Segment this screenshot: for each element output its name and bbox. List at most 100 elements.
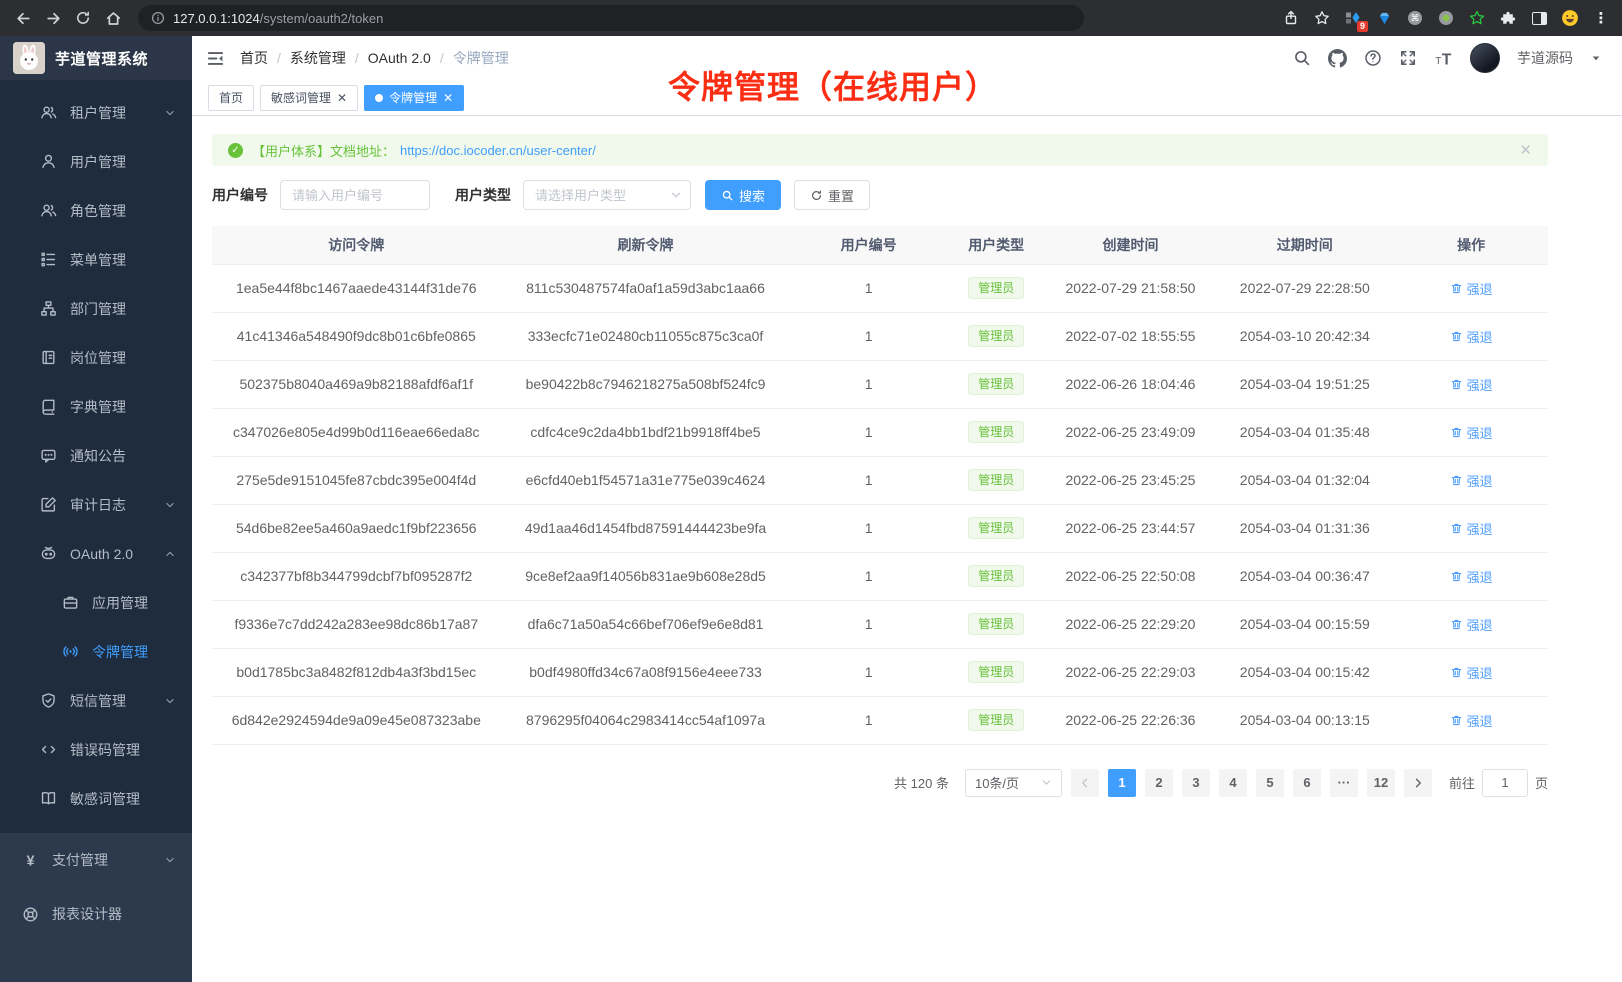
user-id-input[interactable]	[280, 180, 430, 210]
bookmark-star-icon[interactable]	[1313, 9, 1331, 27]
browser-reload-icon[interactable]	[72, 7, 94, 29]
fullscreen-icon[interactable]	[1399, 49, 1417, 67]
gem-extension-icon[interactable]	[1375, 9, 1393, 27]
user-type-badge: 管理员	[968, 565, 1024, 587]
breadcrumb-separator: /	[440, 50, 444, 66]
sidebar-item-label: 通知公告	[70, 446, 126, 466]
chevron-down-icon	[1041, 777, 1052, 788]
page-button-1[interactable]: 1	[1108, 769, 1136, 797]
force-logout-link[interactable]: 强退	[1450, 567, 1493, 586]
code-icon	[40, 741, 57, 758]
breadcrumb-item-oauth-2.0[interactable]: OAuth 2.0	[368, 50, 431, 66]
column-header-用户类型: 用户类型	[947, 226, 1046, 264]
force-logout-link[interactable]: 强退	[1450, 327, 1493, 346]
action-cell: 强退	[1394, 504, 1548, 552]
user-type-select[interactable]	[523, 180, 691, 210]
search-icon[interactable]	[1293, 49, 1311, 67]
force-logout-link[interactable]: 强退	[1450, 519, 1493, 538]
active-tab-dot	[375, 94, 383, 102]
tab-close-icon[interactable]: ✕	[337, 92, 347, 104]
app-logo[interactable]: 芋道管理系统	[0, 36, 192, 80]
sidebar-item-短信管理[interactable]: 短信管理	[0, 676, 192, 725]
sidebar-item-字典管理[interactable]: 字典管理	[0, 382, 192, 431]
page-button-12[interactable]: 12	[1367, 769, 1395, 797]
force-logout-link[interactable]: 强退	[1450, 711, 1493, 730]
extensions-puzzle-icon[interactable]	[1499, 9, 1517, 27]
alert-close-icon[interactable]: ✕	[1519, 141, 1532, 159]
force-logout-link[interactable]: 强退	[1450, 471, 1493, 490]
sidebar-item-敏感词管理[interactable]: 敏感词管理	[0, 774, 192, 823]
search-button[interactable]: 搜索	[705, 180, 781, 210]
sidebar-item-部门管理[interactable]: 部门管理	[0, 284, 192, 333]
more-pages-button[interactable]: ···	[1330, 769, 1358, 797]
record-extension-icon[interactable]	[1437, 9, 1455, 27]
tab-close-icon[interactable]: ✕	[443, 92, 453, 104]
sidebar-item-oauth-2.0[interactable]: OAuth 2.0	[0, 529, 192, 578]
browser-forward-icon[interactable]	[42, 7, 64, 29]
user-type-cell: 管理员	[947, 648, 1046, 696]
sidebar-item-租户管理[interactable]: 租户管理	[0, 88, 192, 137]
trash-icon	[1450, 522, 1463, 535]
created-time-cell: 2022-06-25 23:44:57	[1046, 504, 1216, 552]
sidebar-item-岗位管理[interactable]: 岗位管理	[0, 333, 192, 382]
sidebar-item-菜单管理[interactable]: 菜单管理	[0, 235, 192, 284]
font-size-icon[interactable]: TT	[1434, 49, 1453, 68]
breadcrumb-item-系统管理[interactable]: 系统管理	[290, 48, 346, 68]
sidebar-item-报表设计器[interactable]: 报表设计器	[0, 887, 192, 941]
site-info-icon[interactable]	[151, 11, 165, 25]
action-cell: 强退	[1394, 360, 1548, 408]
collapse-sidebar-icon[interactable]	[206, 49, 225, 68]
refresh-token-cell: 333ecfc71e02480cb11055c875c3ca0f	[501, 312, 791, 360]
browser-menu-icon[interactable]: ⋮	[1592, 9, 1610, 27]
devtools-extension-icon[interactable]: 9	[1344, 9, 1362, 27]
sidebar-item-用户管理[interactable]: 用户管理	[0, 137, 192, 186]
sidebar-item-角色管理[interactable]: 角色管理	[0, 186, 192, 235]
chevron-down-icon	[164, 854, 176, 866]
sidebar-item-通知公告[interactable]: 通知公告	[0, 431, 192, 480]
page-button-2[interactable]: 2	[1145, 769, 1173, 797]
command-extension-icon[interactable]: ⌘	[1406, 9, 1424, 27]
created-time-cell: 2022-06-25 23:49:09	[1046, 408, 1216, 456]
goto-page-input[interactable]	[1482, 769, 1528, 797]
force-logout-link[interactable]: 强退	[1450, 279, 1493, 298]
profile-avatar-icon[interactable]	[1561, 9, 1579, 27]
breadcrumb-item-首页[interactable]: 首页	[240, 48, 268, 68]
force-logout-link[interactable]: 强退	[1450, 663, 1493, 682]
sidebar-item-审计日志[interactable]: 审计日志	[0, 480, 192, 529]
sidebar-item-label: 菜单管理	[70, 250, 126, 270]
force-logout-link[interactable]: 强退	[1450, 615, 1493, 634]
help-icon[interactable]	[1364, 49, 1382, 67]
side-panel-icon[interactable]	[1530, 9, 1548, 27]
address-bar[interactable]: 127.0.0.1:1024/system/oauth2/token	[138, 5, 1084, 31]
column-header-访问令牌: 访问令牌	[212, 226, 501, 264]
force-logout-link[interactable]: 强退	[1450, 375, 1493, 394]
star-extension-icon[interactable]	[1468, 9, 1486, 27]
expire-time-cell: 2054-03-04 00:15:42	[1215, 648, 1394, 696]
sidebar-item-支付管理[interactable]: ¥支付管理	[0, 833, 192, 887]
page-button-6[interactable]: 6	[1293, 769, 1321, 797]
user-avatar[interactable]	[1470, 43, 1500, 73]
page-button-4[interactable]: 4	[1219, 769, 1247, 797]
username[interactable]: 芋道源码	[1517, 48, 1573, 68]
github-icon[interactable]	[1328, 49, 1347, 68]
prev-page-button[interactable]	[1071, 769, 1099, 797]
force-logout-link[interactable]: 强退	[1450, 423, 1493, 442]
user-type-cell: 管理员	[947, 456, 1046, 504]
share-icon[interactable]	[1282, 9, 1300, 27]
page-button-5[interactable]: 5	[1256, 769, 1284, 797]
reset-button[interactable]: 重置	[794, 180, 870, 210]
sidebar-item-应用管理[interactable]: 应用管理	[0, 578, 192, 627]
tab-令牌管理[interactable]: 令牌管理✕	[364, 85, 464, 111]
user-menu-caret-icon[interactable]	[1590, 52, 1602, 64]
chevron-down-icon	[164, 695, 176, 707]
next-page-button[interactable]	[1404, 769, 1432, 797]
browser-back-icon[interactable]	[12, 7, 34, 29]
browser-home-icon[interactable]	[102, 7, 124, 29]
sidebar-item-令牌管理[interactable]: 令牌管理	[0, 627, 192, 676]
page-size-select[interactable]: 10条/页	[965, 769, 1062, 797]
tab-首页[interactable]: 首页	[208, 85, 254, 111]
tab-敏感词管理[interactable]: 敏感词管理✕	[260, 85, 358, 111]
sidebar-item-错误码管理[interactable]: 错误码管理	[0, 725, 192, 774]
page-button-3[interactable]: 3	[1182, 769, 1210, 797]
doc-link[interactable]: https://doc.iocoder.cn/user-center/	[400, 143, 596, 158]
